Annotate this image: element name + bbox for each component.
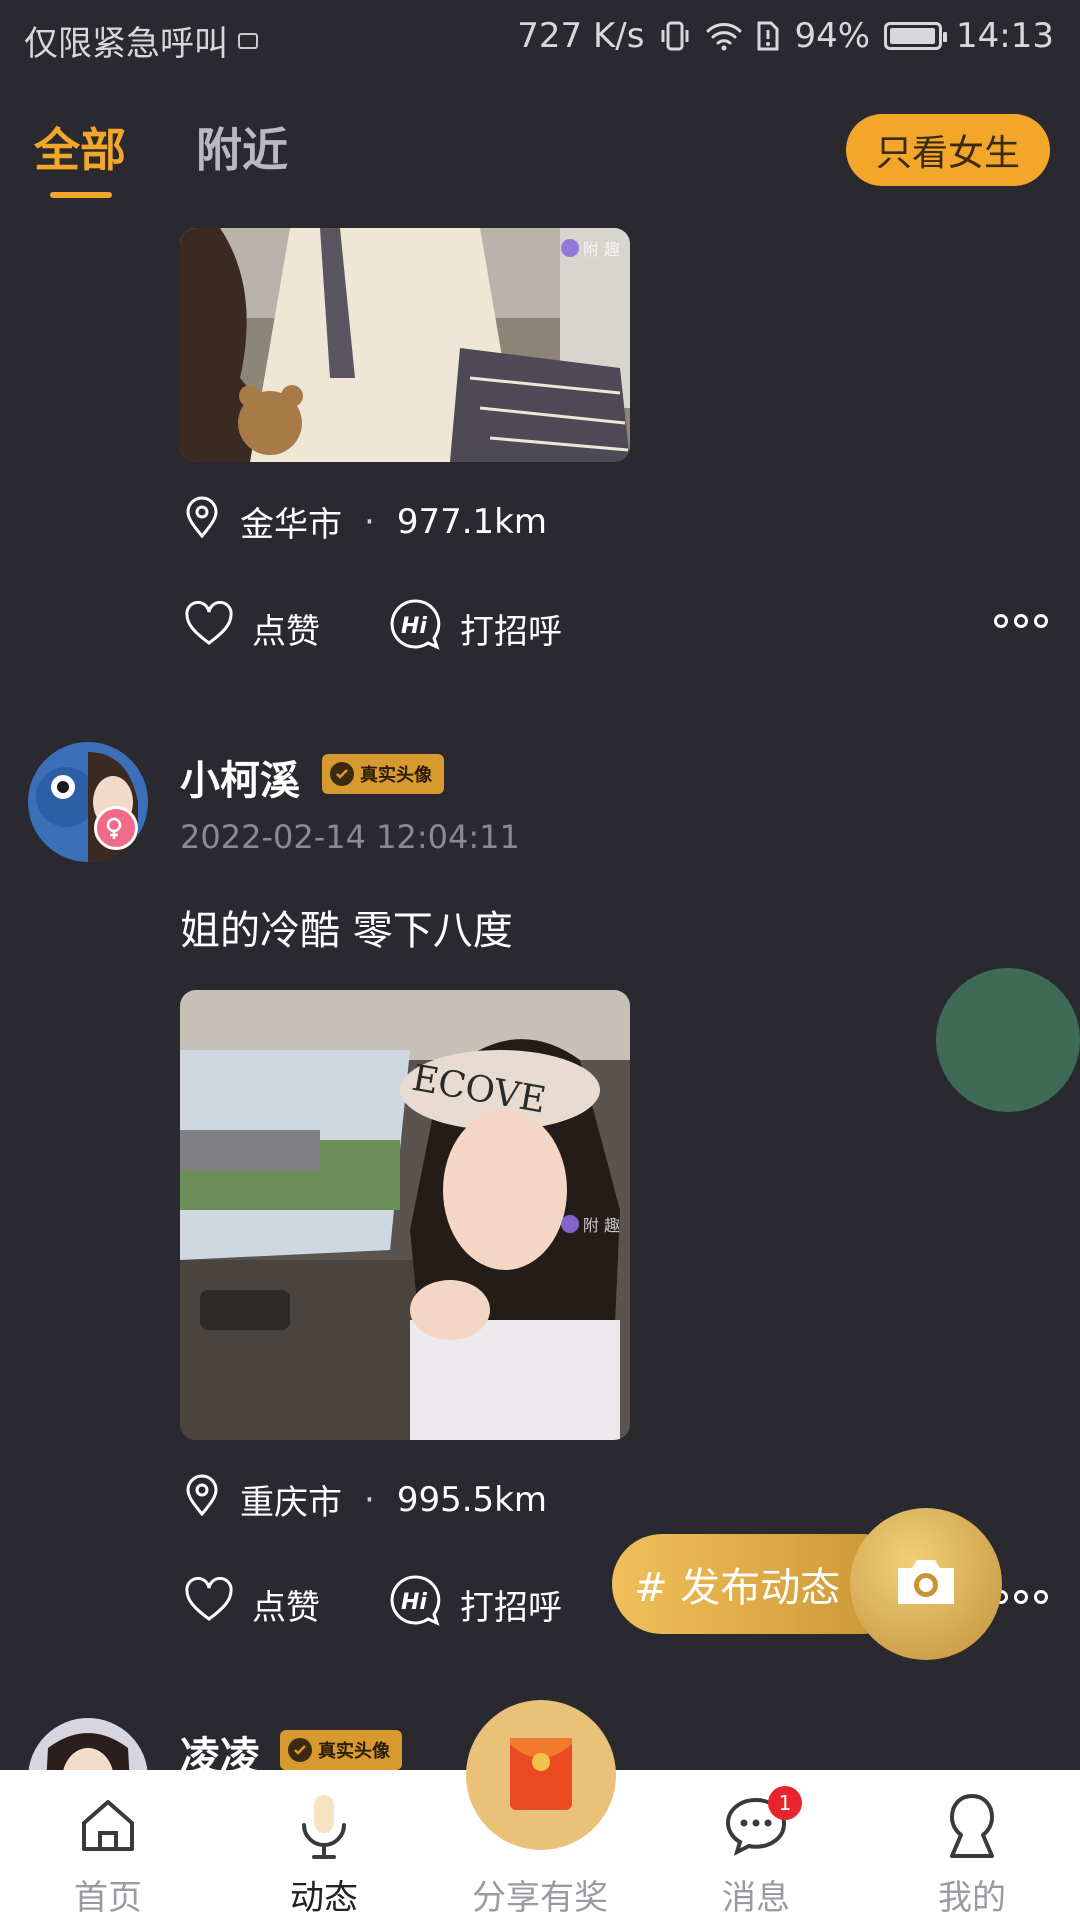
nav-messages[interactable]: 消息 xyxy=(648,1770,864,1920)
post-username[interactable]: 小柯溪 xyxy=(180,748,300,806)
more-dot-icon xyxy=(1034,614,1048,628)
tab-active-indicator xyxy=(50,192,112,198)
nav-home[interactable]: 首页 xyxy=(0,1770,216,1920)
location-distance: 995.5km xyxy=(396,1479,547,1520)
watermark-logo-icon xyxy=(560,1215,579,1233)
post-photo-image xyxy=(180,228,630,462)
female-gender-icon xyxy=(94,806,138,850)
watermark-text: 附 趣 xyxy=(582,1216,620,1235)
home-icon xyxy=(78,1786,138,1866)
nav-label: 消息 xyxy=(722,1878,790,1918)
separator-dot: · xyxy=(364,1479,375,1520)
location-city: 重庆市 xyxy=(240,1483,342,1523)
vibrate-icon xyxy=(658,19,692,53)
carrier-text: 仅限紧急呼叫 xyxy=(24,24,228,64)
nav-label: 动态 xyxy=(290,1878,358,1918)
floating-bubble[interactable] xyxy=(936,968,1080,1112)
nav-label: 首页 xyxy=(74,1878,142,1918)
hi-icon: Hi xyxy=(388,1574,442,1635)
post-location: 金华市 · 977.1km xyxy=(184,496,547,547)
mic-icon xyxy=(296,1786,352,1866)
badge-label: 真实头像 xyxy=(360,765,432,786)
female-only-button[interactable]: 只看女生 xyxy=(846,114,1050,186)
publish-label: # 发布动态 xyxy=(634,1565,841,1611)
watermark-text: 附 趣 xyxy=(582,240,620,259)
greet-button[interactable]: Hi 打招呼 xyxy=(388,598,562,659)
badge-label: 真实头像 xyxy=(318,1741,390,1762)
post-photo[interactable]: ECOVE 附 趣 xyxy=(180,990,630,1440)
heart-icon xyxy=(184,1576,234,1632)
network-speed: 727 K/s xyxy=(517,16,645,56)
svg-text:Hi: Hi xyxy=(401,1590,427,1615)
tab-all[interactable]: 全部 xyxy=(34,114,126,180)
battery-percent: 94% xyxy=(794,16,871,56)
verified-avatar-badge: 真实头像 xyxy=(322,754,444,794)
nav-profile[interactable]: 我的 xyxy=(864,1770,1080,1920)
sim-icon xyxy=(238,32,258,49)
like-button[interactable]: 点赞 xyxy=(184,1576,320,1632)
profile-icon xyxy=(942,1786,1002,1866)
post-photo[interactable]: 附 趣 xyxy=(180,228,630,462)
verified-avatar-badge: 真实头像 xyxy=(280,1730,402,1770)
watermark: 附 趣 xyxy=(560,236,620,260)
nav-moments[interactable]: 动态 xyxy=(216,1770,432,1920)
location-pin-icon xyxy=(184,1474,220,1525)
more-options-button[interactable] xyxy=(994,1590,1048,1604)
post-actions: 点赞 Hi 打招呼 xyxy=(184,598,630,659)
watermark-logo-icon xyxy=(560,239,579,257)
location-pin-icon xyxy=(184,496,220,547)
camera-icon xyxy=(894,1556,958,1612)
more-dot-icon xyxy=(1014,1590,1028,1604)
watermark: 附 趣 xyxy=(560,1212,620,1236)
separator-dot: · xyxy=(364,501,375,542)
greet-label: 打招呼 xyxy=(460,1588,562,1628)
clock: 14:13 xyxy=(956,16,1054,56)
more-dot-icon xyxy=(994,614,1008,628)
like-button[interactable]: 点赞 xyxy=(184,600,320,656)
more-dot-icon xyxy=(1034,1590,1048,1604)
post-text: 姐的冷酷 零下八度 xyxy=(180,908,513,954)
more-dot-icon xyxy=(1014,614,1028,628)
greet-button[interactable]: Hi 打招呼 xyxy=(388,1574,562,1635)
camera-button[interactable] xyxy=(850,1508,1002,1660)
more-options-button[interactable] xyxy=(994,614,1048,628)
hi-icon: Hi xyxy=(388,598,442,659)
post-timestamp: 2022-02-14 12:04:11 xyxy=(180,818,520,856)
wifi-icon xyxy=(706,21,742,51)
red-envelope-icon xyxy=(506,1732,576,1818)
status-bar: 仅限紧急呼叫 727 K/s 94% 14:13 xyxy=(0,0,1080,74)
svg-text:Hi: Hi xyxy=(401,614,427,639)
greet-label: 打招呼 xyxy=(460,612,562,652)
nav-share-reward[interactable] xyxy=(466,1700,616,1850)
battery-icon xyxy=(884,22,948,50)
location-city: 金华市 xyxy=(240,505,342,545)
like-label: 点赞 xyxy=(252,1588,320,1628)
top-tab-bar: 全部 附近 只看女生 xyxy=(0,92,1080,202)
post-actions: 点赞 Hi 打招呼 xyxy=(184,1574,630,1635)
location-distance: 977.1km xyxy=(396,501,547,542)
tab-nearby[interactable]: 附近 xyxy=(196,114,288,180)
alert-sim-icon xyxy=(756,20,780,52)
like-label: 点赞 xyxy=(252,612,320,652)
verified-check-icon xyxy=(330,762,354,786)
verified-check-icon xyxy=(288,1738,312,1762)
heart-icon xyxy=(184,600,234,656)
message-count-badge: 1 xyxy=(768,1786,802,1820)
post-location: 重庆市 · 995.5km xyxy=(184,1474,547,1525)
nav-label: 我的 xyxy=(938,1878,1006,1918)
nav-share-reward-label: 分享有奖 xyxy=(472,1878,608,1918)
